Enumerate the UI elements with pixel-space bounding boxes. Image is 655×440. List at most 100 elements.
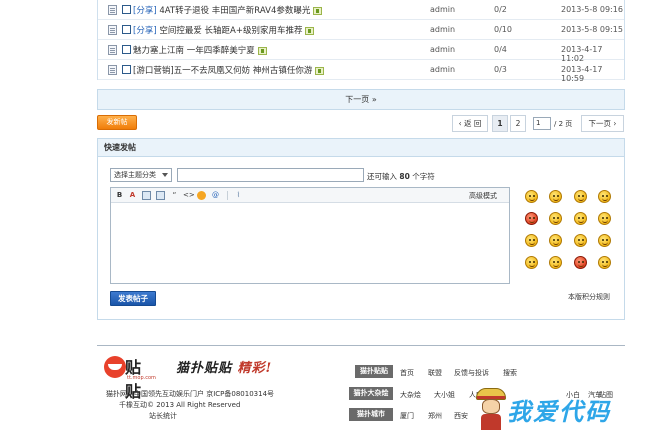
thread-title-text[interactable]: 4AT转子退役 丰田国产新RAV4参数曝光 <box>159 6 310 16</box>
post-editor[interactable]: B A “ <> @ ⌇ 高级模式 <box>110 187 510 284</box>
smiley-wink-icon[interactable] <box>574 212 587 225</box>
footer-divider <box>97 345 625 346</box>
smiley-lol-icon[interactable] <box>598 234 611 247</box>
pager-prev-button[interactable]: ‹ 返 回 <box>452 115 488 132</box>
char-remaining-prefix: 还可输入 <box>367 172 397 181</box>
thread-author[interactable]: admin <box>430 5 455 14</box>
footer-rights-line: 千橡互动© 2013 All Right Reserved <box>119 401 241 409</box>
pirate-mascot-icon <box>476 388 506 432</box>
footer-slogan: 猫扑贴贴 精彩! <box>176 357 272 376</box>
footer-link[interactable]: 西安 <box>454 411 468 421</box>
pager-page-input[interactable]: 1 <box>533 117 551 130</box>
thread-checkbox[interactable] <box>122 65 131 74</box>
footer-link[interactable]: 联盟 <box>428 368 442 378</box>
attachment-icon <box>257 46 267 55</box>
code-icon[interactable]: <> <box>183 191 195 200</box>
thread-type-select-value[interactable]: 选择主题分类 <box>114 171 156 179</box>
pager-next-button[interactable]: 下一页 › <box>581 115 624 132</box>
smiley-kiss-icon[interactable] <box>598 212 611 225</box>
smiley-sweat-icon[interactable] <box>574 234 587 247</box>
footer-link[interactable]: 大小姐 <box>434 390 455 400</box>
footer-link[interactable]: 厦门 <box>400 411 414 421</box>
thread-checkbox[interactable] <box>122 5 131 14</box>
thread-title[interactable]: [游口营销]五一不去凤凰又何妨 神州古镇任你游 <box>133 64 325 76</box>
smiley-sleep-icon[interactable] <box>598 256 611 269</box>
footer-link[interactable]: 郑州 <box>428 411 442 421</box>
smiley-smile-icon[interactable] <box>525 190 538 203</box>
footer-link[interactable]: 大杂烩 <box>400 390 421 400</box>
thread-row[interactable]: [游口营销]五一不去凤凰又何妨 神州古镇任你游 admin 0/3 2013-4… <box>98 60 624 83</box>
thread-checkbox[interactable] <box>122 25 131 34</box>
thread-checkbox[interactable] <box>122 45 131 54</box>
footer-link[interactable]: 反馈与投诉 <box>454 368 489 378</box>
thread-tag[interactable]: [分享] <box>133 26 157 36</box>
thread-author[interactable]: admin <box>430 45 455 54</box>
thread-title[interactable]: [分享] 空间控最爱 长轴距A+级别家用车推荐 <box>133 24 315 36</box>
thread-title-text[interactable]: [游口营销]五一不去凤凰又何妨 神州古镇任你游 <box>133 66 312 76</box>
footer-link[interactable]: 首页 <box>400 368 414 378</box>
thread-doc-icon <box>108 65 117 75</box>
thread-title[interactable]: 魅力塞上江南 一年四季醉美宁夏 <box>133 44 267 56</box>
pager-page-1[interactable]: 1 <box>492 115 508 132</box>
chevron-down-icon[interactable] <box>162 173 168 177</box>
smiley-icon[interactable] <box>197 191 206 200</box>
at-icon[interactable]: @ <box>211 191 220 200</box>
thread-doc-icon <box>108 45 117 55</box>
thread-date: 2013-5-8 09:15 <box>561 25 623 34</box>
advanced-mode-link[interactable]: 高级模式 <box>469 191 497 201</box>
smiley-shy-icon[interactable] <box>549 212 562 225</box>
submit-post-button[interactable]: 发表帖子 <box>110 291 156 306</box>
footer-copyright-line: 猫扑网—中国领先互动娱乐门户 京ICP备08010314号 <box>106 390 275 398</box>
next-page-bar[interactable]: 下一页 » <box>97 89 625 110</box>
toolbar-divider <box>227 191 228 200</box>
thread-title[interactable]: [分享] 4AT转子退役 丰田国产新RAV4参数曝光 <box>133 4 323 16</box>
credit-rules-link[interactable]: 本版积分规则 <box>568 292 610 302</box>
thread-replies: 0/2 <box>494 5 507 14</box>
smiley-grid <box>525 187 620 272</box>
thread-row[interactable]: [分享] 4AT转子退役 丰田国产新RAV4参数曝光 admin 0/2 201… <box>98 0 624 20</box>
new-post-button[interactable]: 发新帖 <box>97 115 137 130</box>
watermark-text: 我爱代码 <box>507 397 611 426</box>
quick-post-heading: 快速发帖 <box>98 139 624 157</box>
quick-post-panel: 快速发帖 选择主题分类 还可输入 80 个字符 B A “ <> @ ⌇ 高级模… <box>97 138 625 320</box>
slogan-part-a: 猫扑贴贴 <box>176 361 233 376</box>
mascot-body <box>481 414 501 430</box>
footer-group-label: 猫扑贴贴 <box>355 365 393 378</box>
thread-tag[interactable]: [分享] <box>133 6 157 16</box>
link-icon[interactable] <box>142 191 151 200</box>
smiley-cry-icon[interactable] <box>525 234 538 247</box>
footer-link[interactable]: 搜索 <box>503 368 517 378</box>
thread-row[interactable]: 魅力塞上江南 一年四季醉美宁夏 admin 0/4 2013-4-17 11:0… <box>98 40 624 63</box>
thread-author[interactable]: admin <box>430 65 455 74</box>
smiley-sad-icon[interactable] <box>549 190 562 203</box>
thread-type-select[interactable]: 选择主题分类 <box>110 168 172 182</box>
font-color-icon[interactable]: A <box>128 191 137 200</box>
site-logo[interactable]: 贴贴 tt.mop.com <box>104 354 156 401</box>
post-title-input[interactable] <box>177 168 364 182</box>
editor-toolbar: B A “ <> @ ⌇ 高级模式 <box>111 188 509 203</box>
quote-icon[interactable]: “ <box>170 191 179 200</box>
pager-page-2[interactable]: 2 <box>510 115 526 132</box>
thread-replies: 0/10 <box>494 25 512 34</box>
smiley-cool-icon[interactable] <box>549 234 562 247</box>
footer-stats-link[interactable]: 站长统计 <box>149 411 177 421</box>
thread-title-text[interactable]: 空间控最爱 长轴距A+级别家用车推荐 <box>159 26 302 36</box>
smiley-grin-icon[interactable] <box>574 190 587 203</box>
attach-icon[interactable]: ⌇ <box>234 191 243 200</box>
smiley-angry-icon[interactable] <box>525 212 538 225</box>
thread-title-text[interactable]: 魅力塞上江南 一年四季醉美宁夏 <box>133 46 255 56</box>
mascot-face <box>482 399 500 414</box>
smiley-think-icon[interactable] <box>525 256 538 269</box>
thread-doc-icon <box>108 5 117 15</box>
smiley-shock-icon[interactable] <box>549 256 562 269</box>
image-icon[interactable] <box>156 191 165 200</box>
slogan-part-b: 精彩! <box>237 361 273 376</box>
thread-replies: 0/3 <box>494 65 507 74</box>
thread-row[interactable]: [分享] 空间控最爱 长轴距A+级别家用车推荐 admin 0/10 2013-… <box>98 20 624 40</box>
logo-mascot-icon <box>104 356 126 378</box>
thread-list: [分享] 4AT转子退役 丰田国产新RAV4参数曝光 admin 0/2 201… <box>97 0 625 83</box>
bold-icon[interactable]: B <box>115 191 124 200</box>
smiley-tongue-icon[interactable] <box>574 256 587 269</box>
thread-author[interactable]: admin <box>430 25 455 34</box>
smiley-laugh-icon[interactable] <box>598 190 611 203</box>
